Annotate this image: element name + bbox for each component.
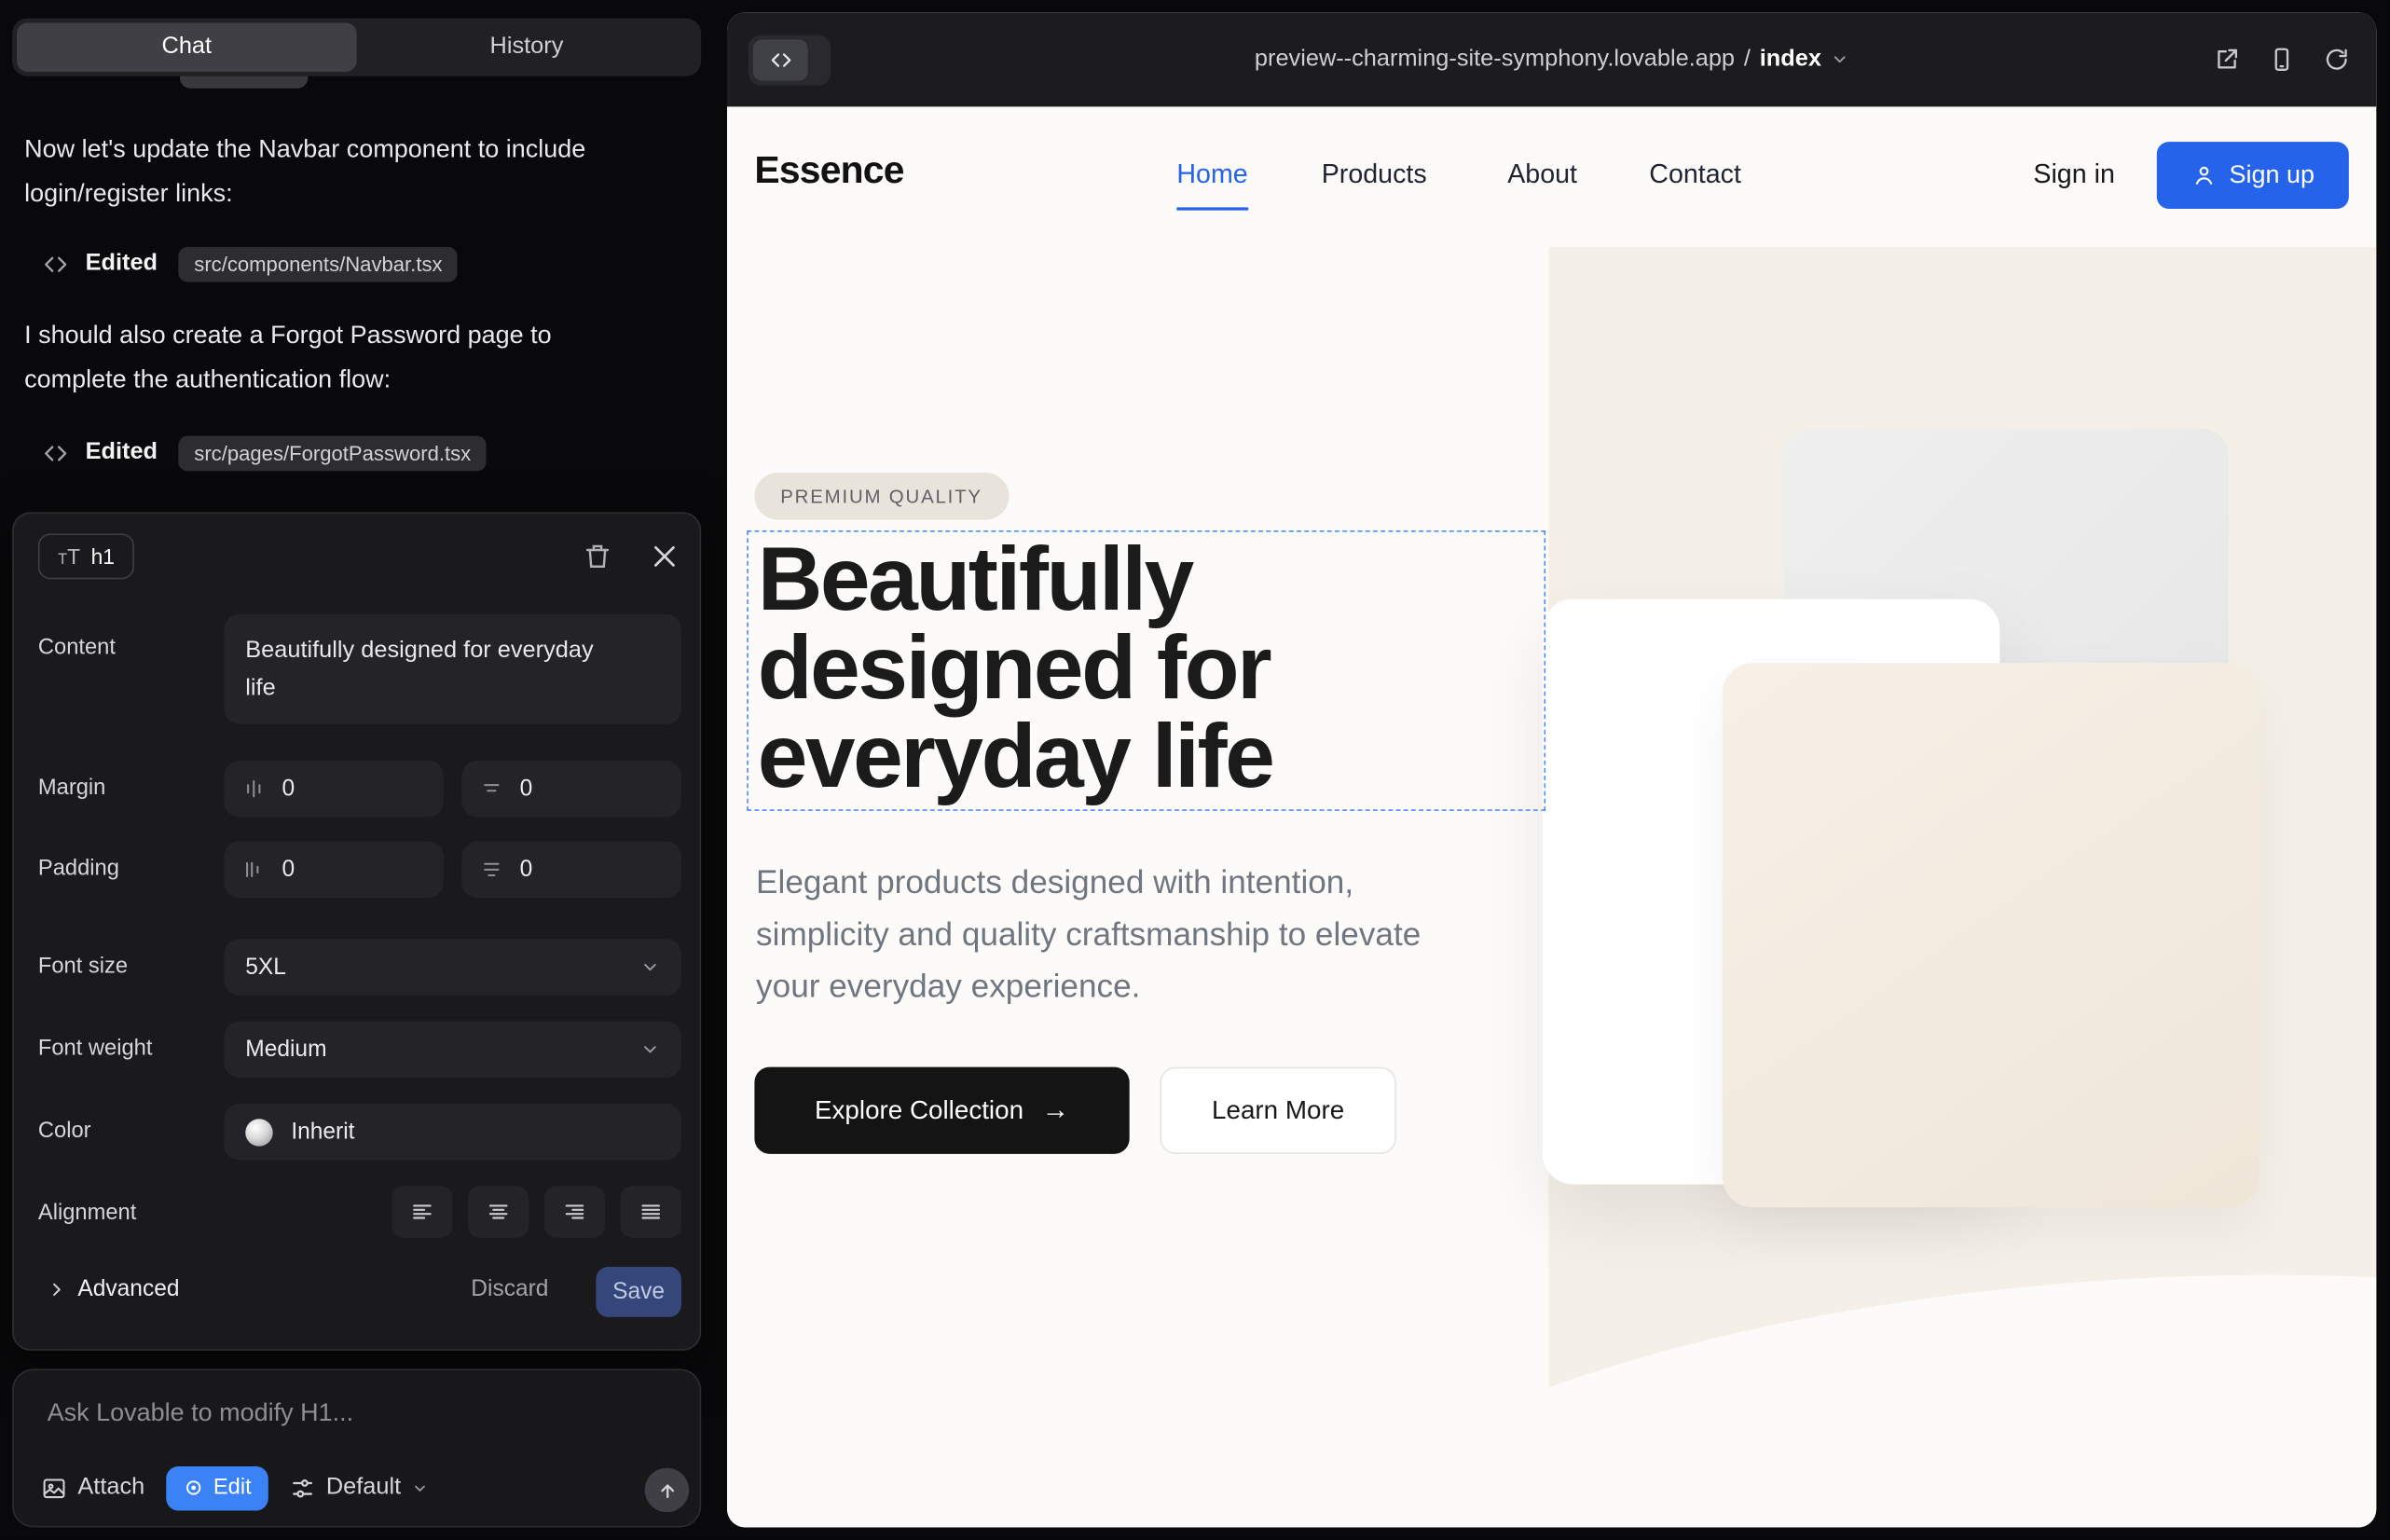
sign-in-link[interactable]: Sign in [2033,158,2115,190]
save-button[interactable]: Save [596,1267,681,1317]
chat-message: Now let's update the Navbar component to… [24,128,634,216]
edited-file-row: Edited src/components/Navbar.tsx [43,244,458,284]
chevron-down-icon [412,1479,429,1496]
margin-horizontal-icon [480,777,503,801]
padding-label: Padding [38,857,119,881]
tab-history[interactable]: History [357,23,697,72]
margin-vertical-icon [242,777,266,801]
site-logo[interactable]: Essence [754,149,903,193]
app-window: Chat History Now let's update the Navbar… [0,0,2390,1540]
chevron-right-icon [48,1280,66,1299]
composer-toolbar: Attach Edit Default [41,1464,428,1510]
target-icon [183,1478,204,1499]
code-icon [43,251,69,277]
nav-link-home[interactable]: Home [1176,158,1247,211]
chat-composer: Attach Edit Default [12,1368,701,1527]
attach-button[interactable]: Attach [41,1474,144,1501]
url-path: index [1760,46,1821,73]
sign-up-button[interactable]: Sign up [2157,142,2349,209]
element-editor-panel: TT h1 Content Beautifully designed for e… [12,512,701,1350]
nav-link-about[interactable]: About [1507,158,1577,190]
code-icon [769,48,792,72]
explore-collection-button[interactable]: Explore Collection → [754,1067,1129,1154]
chevron-down-icon [640,1039,660,1059]
arrow-up-icon [656,1479,678,1501]
alignment-label: Alignment [38,1202,136,1226]
edited-file-row: Edited src/pages/ForgotPassword.tsx [43,433,487,473]
delete-element-button[interactable] [583,541,613,571]
discard-button[interactable]: Discard [471,1276,548,1302]
image-icon [41,1475,67,1501]
model-default-dropdown[interactable]: Default [290,1474,429,1501]
edit-mode-button[interactable]: Edit [166,1465,268,1509]
decorative-card-beige [1723,663,2260,1207]
chevron-down-icon [1831,50,1849,69]
align-center-button[interactable] [468,1186,529,1238]
typography-icon: TT [58,545,80,569]
edited-label: Edited [86,439,158,466]
color-select[interactable]: Inherit [224,1104,681,1161]
file-chip[interactable]: src/pages/ForgotPassword.tsx [179,435,487,471]
premium-quality-badge: PREMIUM QUALITY [754,473,1008,520]
align-right-icon [562,1200,586,1224]
url-domain: preview--charming-site-symphony.lovable.… [1255,46,1735,73]
element-tag-badge[interactable]: TT h1 [38,533,134,579]
code-view-toggle[interactable] [749,35,831,86]
align-center-icon [487,1200,511,1224]
open-external-icon[interactable] [2213,46,2240,73]
hero-headline[interactable]: Beautifully designed for everyday life [758,535,1538,801]
advanced-toggle[interactable]: Advanced [48,1276,180,1302]
nav-link-products[interactable]: Products [1322,158,1427,190]
composer-input[interactable] [44,1397,653,1429]
mobile-preview-icon[interactable] [2268,46,2295,73]
tab-chat[interactable]: Chat [17,23,357,72]
url-separator: / [1744,46,1751,73]
color-swatch [245,1118,272,1145]
font-size-label: Font size [38,955,128,979]
send-button[interactable] [645,1468,689,1512]
chat-panel: Chat History Now let's update the Navbar… [0,0,725,1540]
align-left-button[interactable] [391,1186,452,1238]
hero-paragraph: Elegant products designed with intention… [756,857,1488,1012]
selected-element-outline[interactable]: Beautifully designed for everyday life [747,530,1545,811]
align-justify-button[interactable] [621,1186,681,1238]
color-label: Color [38,1119,91,1143]
arrow-right-icon: → [1042,1094,1069,1126]
padding-horizontal-input[interactable]: 0 [461,842,680,899]
font-weight-label: Font weight [38,1037,153,1061]
file-chip[interactable]: src/components/Navbar.tsx [179,246,458,282]
padding-vertical-icon [242,859,266,882]
user-icon [2191,163,2216,187]
close-icon[interactable] [650,541,680,571]
nav-link-contact[interactable]: Contact [1649,158,1741,190]
padding-horizontal-icon [480,859,503,882]
site-preview: Essence Home Products About Contact Sign… [727,106,2376,1527]
preview-window: preview--charming-site-symphony.lovable.… [727,12,2376,1527]
font-size-select[interactable]: 5XL [224,939,681,996]
refresh-icon[interactable] [2323,46,2350,73]
padding-vertical-input[interactable]: 0 [224,842,443,899]
content-input[interactable]: Beautifully designed for everyday life [224,614,681,724]
learn-more-button[interactable]: Learn More [1160,1067,1395,1154]
sliders-icon [290,1475,316,1501]
edited-label: Edited [86,250,158,277]
code-icon [43,440,69,466]
browser-bar: preview--charming-site-symphony.lovable.… [727,12,2376,106]
align-left-icon [410,1200,434,1224]
margin-horizontal-input[interactable]: 0 [461,761,680,818]
content-label: Content [38,636,116,660]
url-bar: preview--charming-site-symphony.lovable.… [727,12,2376,106]
chevron-down-icon [640,957,660,977]
align-justify-icon [639,1200,663,1224]
align-right-button[interactable] [544,1186,605,1238]
panel-tabs: Chat History [12,19,701,76]
element-tag: h1 [91,544,115,569]
margin-vertical-input[interactable]: 0 [224,761,443,818]
font-weight-select[interactable]: Medium [224,1022,681,1079]
chat-message: I should also create a Forgot Password p… [24,314,634,403]
margin-label: Margin [38,776,105,800]
